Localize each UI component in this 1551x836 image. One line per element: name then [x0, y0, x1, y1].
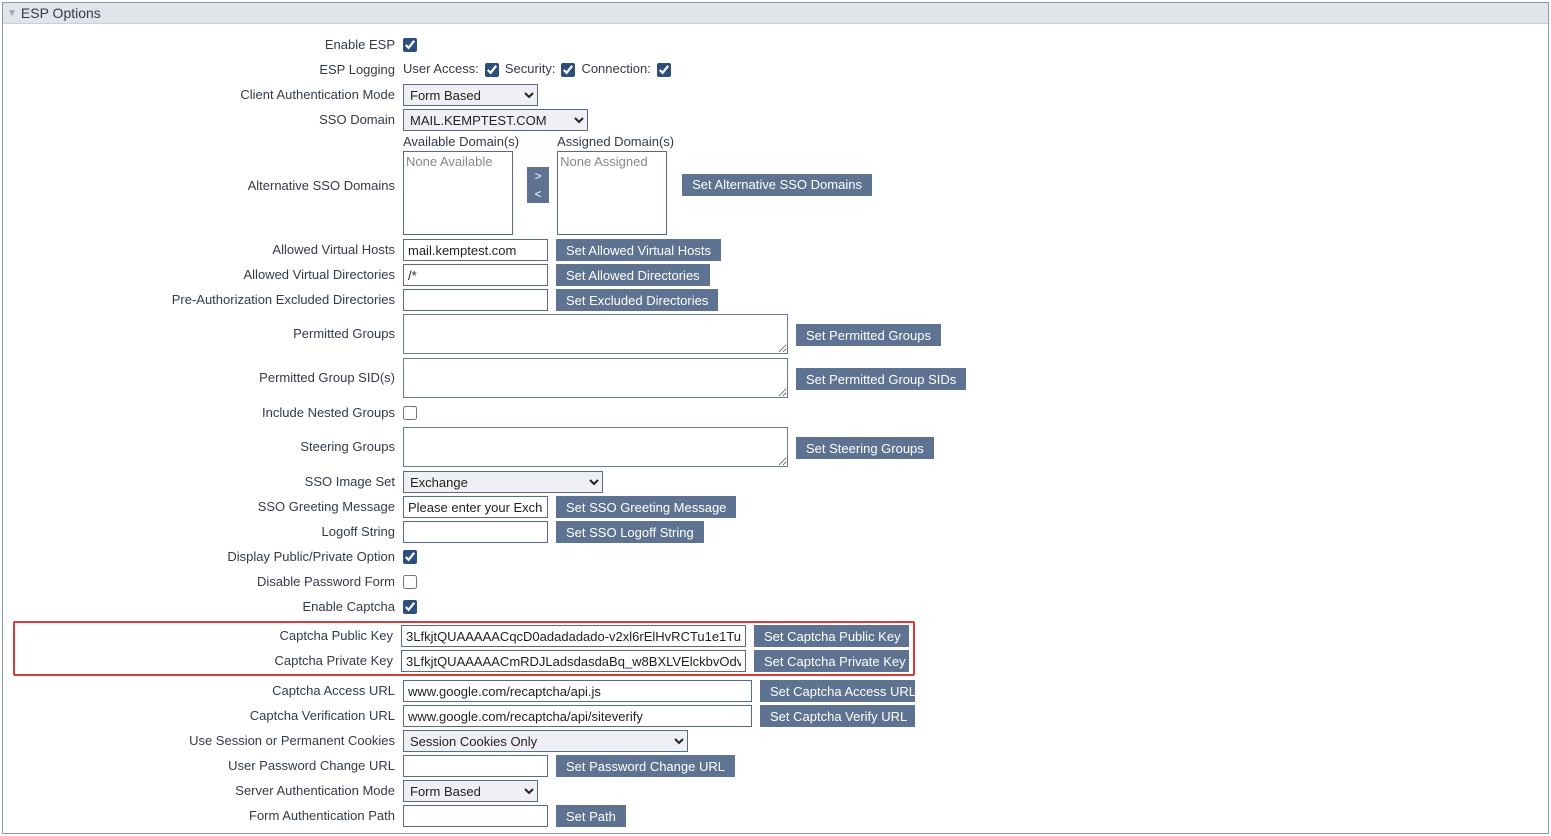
- allowed-vhosts-input[interactable]: [403, 239, 548, 261]
- label-display-pubpriv: Display Public/Private Option: [13, 546, 403, 564]
- sso-greeting-input[interactable]: [403, 496, 548, 518]
- set-sso-greeting-button[interactable]: Set SSO Greeting Message: [556, 496, 736, 518]
- label-enable-esp: Enable ESP: [13, 34, 403, 52]
- set-allowed-vhosts-button[interactable]: Set Allowed Virtual Hosts: [556, 239, 721, 261]
- set-steering-groups-button[interactable]: Set Steering Groups: [796, 437, 934, 459]
- client-auth-mode-select[interactable]: Form Based: [403, 84, 538, 106]
- set-permitted-group-sids-button[interactable]: Set Permitted Group SIDs: [796, 368, 966, 390]
- label-captcha-verify: Captcha Verification URL: [13, 705, 403, 723]
- label-user-access: User Access:: [403, 61, 479, 76]
- set-captcha-pub-button[interactable]: Set Captcha Public Key: [754, 625, 909, 647]
- label-alt-sso-domains: Alternative SSO Domains: [13, 134, 403, 193]
- move-right-button[interactable]: >: [527, 167, 549, 185]
- enable-esp-checkbox[interactable]: [403, 38, 417, 52]
- set-alt-sso-button[interactable]: Set Alternative SSO Domains: [682, 174, 872, 196]
- panel-body: Enable ESP ESP Logging User Access: Secu…: [3, 24, 1548, 833]
- label-preauth-excluded: Pre-Authorization Excluded Directories: [13, 289, 403, 307]
- set-permitted-groups-button[interactable]: Set Permitted Groups: [796, 324, 941, 346]
- captcha-access-url-input[interactable]: [403, 680, 752, 702]
- label-sso-domain: SSO Domain: [13, 109, 403, 127]
- logoff-string-input[interactable]: [403, 521, 548, 543]
- label-client-auth-mode: Client Authentication Mode: [13, 84, 403, 102]
- server-auth-mode-select[interactable]: Form Based: [403, 780, 538, 802]
- label-esp-logging: ESP Logging: [13, 59, 403, 77]
- label-captcha-priv: Captcha Private Key: [15, 650, 401, 668]
- include-nested-checkbox[interactable]: [403, 406, 417, 420]
- label-include-nested: Include Nested Groups: [13, 402, 403, 420]
- security-checkbox[interactable]: [561, 63, 575, 77]
- user-access-checkbox[interactable]: [485, 63, 499, 77]
- esp-options-panel: ▼ ESP Options Enable ESP ESP Logging Use…: [2, 2, 1549, 834]
- steering-groups-textarea[interactable]: [403, 427, 788, 467]
- label-permitted-group-sids: Permitted Group SID(s): [13, 358, 403, 385]
- permitted-group-sids-textarea[interactable]: [403, 358, 788, 398]
- label-steering-groups: Steering Groups: [13, 427, 403, 454]
- sso-image-set-select[interactable]: Exchange: [403, 471, 603, 493]
- assigned-domains-list[interactable]: None Assigned: [557, 151, 667, 235]
- display-pubpriv-checkbox[interactable]: [403, 550, 417, 564]
- available-domains-header: Available Domain(s): [403, 134, 519, 149]
- preauth-excluded-input[interactable]: [403, 289, 548, 311]
- connection-checkbox[interactable]: [657, 63, 671, 77]
- label-connection: Connection:: [581, 61, 650, 76]
- move-left-button[interactable]: <: [527, 185, 549, 203]
- set-path-button[interactable]: Set Path: [556, 805, 626, 827]
- user-pw-change-input[interactable]: [403, 755, 548, 777]
- captcha-verify-url-input[interactable]: [403, 705, 752, 727]
- assigned-domains-header: Assigned Domain(s): [557, 134, 674, 149]
- label-allowed-vhosts: Allowed Virtual Hosts: [13, 239, 403, 257]
- label-use-cookies: Use Session or Permanent Cookies: [13, 730, 403, 748]
- disable-pw-form-checkbox[interactable]: [403, 575, 417, 589]
- available-domains-list[interactable]: None Available: [403, 151, 513, 235]
- set-captcha-verify-button[interactable]: Set Captcha Verify URL: [760, 705, 915, 727]
- label-logoff-string: Logoff String: [13, 521, 403, 539]
- captcha-private-key-input[interactable]: [401, 650, 746, 672]
- captcha-keys-highlight: Captcha Public Key Set Captcha Public Ke…: [13, 621, 915, 676]
- label-permitted-groups: Permitted Groups: [13, 314, 403, 341]
- label-allowed-vdirs: Allowed Virtual Directories: [13, 264, 403, 282]
- label-form-auth-path: Form Authentication Path: [13, 805, 403, 823]
- panel-title: ESP Options: [21, 5, 101, 21]
- allowed-vdirs-input[interactable]: [403, 264, 548, 286]
- set-sso-logoff-button[interactable]: Set SSO Logoff String: [556, 521, 704, 543]
- permitted-groups-textarea[interactable]: [403, 314, 788, 354]
- label-captcha-pub: Captcha Public Key: [15, 625, 401, 643]
- label-enable-captcha: Enable Captcha: [13, 596, 403, 614]
- sso-domain-select[interactable]: MAIL.KEMPTEST.COM: [403, 109, 588, 131]
- set-captcha-access-button[interactable]: Set Captcha Access URL: [760, 680, 915, 702]
- collapse-icon: ▼: [7, 8, 17, 19]
- label-security: Security:: [505, 61, 556, 76]
- enable-captcha-checkbox[interactable]: [403, 600, 417, 614]
- set-allowed-dirs-button[interactable]: Set Allowed Directories: [556, 264, 710, 286]
- label-sso-image-set: SSO Image Set: [13, 471, 403, 489]
- panel-header[interactable]: ▼ ESP Options: [3, 3, 1548, 24]
- set-excluded-dirs-button[interactable]: Set Excluded Directories: [556, 289, 718, 311]
- captcha-public-key-input[interactable]: [401, 625, 746, 647]
- label-sso-greeting: SSO Greeting Message: [13, 496, 403, 514]
- form-auth-path-input[interactable]: [403, 805, 548, 827]
- set-pw-change-button[interactable]: Set Password Change URL: [556, 755, 735, 777]
- label-captcha-access: Captcha Access URL: [13, 680, 403, 698]
- label-user-pw-change: User Password Change URL: [13, 755, 403, 773]
- label-disable-pw-form: Disable Password Form: [13, 571, 403, 589]
- set-captcha-priv-button[interactable]: Set Captcha Private Key: [754, 650, 909, 672]
- use-cookies-select[interactable]: Session Cookies Only: [403, 730, 688, 752]
